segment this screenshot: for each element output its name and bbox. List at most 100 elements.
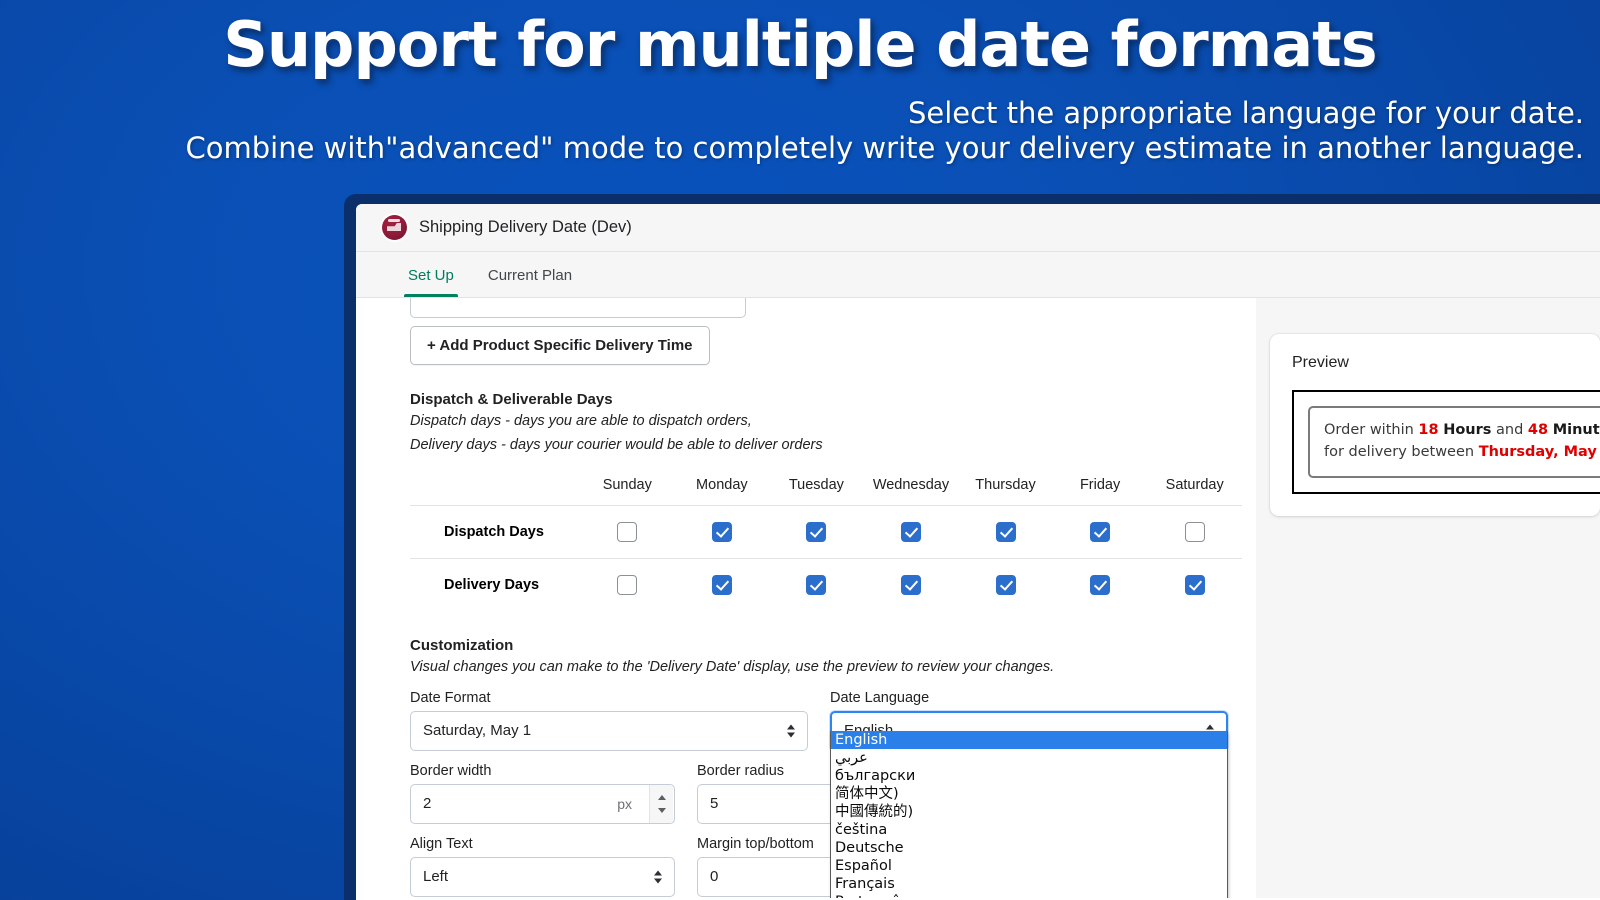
column-header-saturday: Saturday (1165, 477, 1224, 494)
checkbox-dispatch-friday[interactable] (1090, 522, 1111, 543)
cell-delivery-tuesday (769, 558, 864, 612)
align-text-value: Left (423, 868, 449, 886)
app-title: Shipping Delivery Date (Dev) (419, 218, 632, 236)
cell-dispatch-saturday (1147, 505, 1242, 559)
dropdown-option-chinese-traditional[interactable]: 中國傳統的) (831, 803, 1227, 821)
checkbox-delivery-tuesday[interactable] (806, 575, 827, 596)
row-label-dispatch-days: Dispatch Days (410, 505, 580, 559)
preview-minutes-word: Minutes (1552, 422, 1600, 438)
date-format-label: Date Format (410, 689, 491, 706)
border-width-label: Border width (410, 762, 492, 779)
checkbox-delivery-sunday[interactable] (617, 575, 638, 596)
align-text-select[interactable]: Left (410, 856, 675, 897)
checkbox-dispatch-saturday[interactable] (1184, 522, 1205, 543)
cell-delivery-friday (1052, 558, 1148, 612)
table-header-blank (410, 471, 580, 506)
column-header-monday: Monday (696, 477, 748, 494)
table-row-delivery-days: Delivery Days (410, 558, 1242, 612)
cell-delivery-saturday (1147, 558, 1242, 612)
border-width-value: 2 (423, 795, 432, 813)
date-format-select[interactable]: Saturday, May 1 (410, 710, 808, 751)
preview-card: Preview Order within 18 Hours and 48 Min… (1270, 334, 1600, 516)
banner-subtitle-2: Combine with"advanced" mode to completel… (185, 131, 1584, 165)
checkbox-dispatch-thursday[interactable] (995, 522, 1016, 543)
dropdown-option-french[interactable]: Français (831, 875, 1227, 893)
column-header-sunday: Sunday (602, 477, 652, 494)
date-language-dropdown-list[interactable]: English عربي български 简体中文) 中國傳統的) češt… (830, 730, 1228, 898)
settings-content: + Add Product Specific Delivery Time Dis… (356, 298, 1256, 898)
checkbox-delivery-thursday[interactable] (995, 575, 1016, 596)
customization-heading: Customization (410, 637, 514, 655)
date-language-field: Date Language English English عربي бълга… (830, 689, 1228, 898)
product-delivery-time-select-clipped[interactable] (410, 298, 746, 318)
preview-and: and (1491, 422, 1528, 438)
column-header-thursday: Thursday (975, 477, 1036, 494)
preview-line1-prefix: Order within (1324, 422, 1419, 438)
delivery-truck-icon (382, 215, 407, 240)
dropdown-option-arabic[interactable]: عربي (831, 749, 1227, 767)
column-header-tuesday: Tuesday (788, 477, 844, 494)
tab-bar: Set Up Current Plan (356, 252, 1600, 298)
checkbox-delivery-friday[interactable] (1090, 575, 1111, 596)
chevron-updown-icon (787, 724, 795, 738)
align-text-field: Align Text Left (410, 836, 675, 897)
chevron-updown-icon (654, 870, 662, 884)
add-product-specific-delivery-time-button[interactable]: + Add Product Specific Delivery Time (410, 326, 710, 365)
preview-minutes-value: 48 (1527, 422, 1549, 438)
column-header-wednesday: Wednesday (872, 477, 950, 494)
border-width-field: Border width 2 px (410, 763, 675, 824)
preview-title: Preview (1292, 354, 1349, 371)
date-language-label: Date Language (830, 689, 930, 706)
cell-dispatch-monday (674, 505, 770, 559)
checkbox-dispatch-sunday[interactable] (617, 522, 638, 543)
dropdown-option-spanish[interactable]: Español (831, 857, 1227, 875)
cell-dispatch-sunday (580, 505, 675, 559)
dropdown-option-chinese-simplified[interactable]: 简体中文) (831, 785, 1227, 803)
cell-dispatch-friday (1052, 505, 1148, 559)
customization-note: Visual changes you can make to the 'Deli… (410, 659, 1055, 676)
checkbox-delivery-wednesday[interactable] (900, 575, 921, 596)
checkbox-delivery-monday[interactable] (711, 575, 732, 596)
margin-top-bottom-value: 0 (710, 868, 719, 886)
dropdown-option-bulgarian[interactable]: български (831, 767, 1227, 785)
row-label-delivery-days: Delivery Days (410, 558, 580, 612)
border-radius-value: 5 (710, 795, 719, 813)
settings-column: + Add Product Specific Delivery Time Dis… (356, 298, 1256, 898)
cell-dispatch-thursday (958, 505, 1053, 559)
table-header-row: Sunday Monday Tuesday Wednesday Thursday… (410, 471, 1242, 506)
border-width-stepper[interactable] (649, 784, 673, 823)
preview-column: Preview Order within 18 Hours and 48 Min… (1256, 298, 1600, 898)
preview-frame: Order within 18 Hours and 48 Minutes 5 f… (1292, 390, 1600, 494)
column-header-friday: Friday (1079, 477, 1121, 494)
dispatch-section-heading: Dispatch & Deliverable Days (410, 391, 613, 408)
table-row-dispatch-days: Dispatch Days (410, 505, 1242, 559)
customization-fields: Date Format Saturday, May 1 Date Languag… (410, 690, 1228, 898)
app-window: Shipping Delivery Date (Dev) Set Up Curr… (344, 194, 1600, 900)
preview-message: Order within 18 Hours and 48 Minutes 5 f… (1308, 406, 1600, 478)
dispatch-section-note-1: Dispatch days - days you are able to dis… (410, 413, 752, 429)
date-format-field: Date Format Saturday, May 1 (410, 690, 808, 751)
tab-set-up[interactable]: Set Up (396, 267, 466, 297)
checkbox-delivery-saturday[interactable] (1184, 575, 1205, 596)
cell-delivery-sunday (580, 558, 675, 612)
dropdown-option-portuguese[interactable]: Português (831, 893, 1227, 898)
cell-delivery-wednesday (863, 558, 959, 612)
app-top-bar: Shipping Delivery Date (Dev) (356, 204, 1600, 252)
promo-banner: Support for multiple date formats Select… (0, 0, 1600, 186)
cell-dispatch-wednesday (863, 505, 959, 559)
dropdown-option-english[interactable]: English (831, 730, 1227, 749)
dropdown-option-czech[interactable]: čeština (831, 821, 1227, 839)
banner-title: Support for multiple date formats (223, 8, 1377, 81)
tab-current-plan[interactable]: Current Plan (476, 267, 584, 297)
checkbox-dispatch-monday[interactable] (711, 522, 732, 543)
checkbox-dispatch-wednesday[interactable] (900, 522, 921, 543)
checkbox-dispatch-tuesday[interactable] (806, 522, 827, 543)
border-width-input[interactable]: 2 px (410, 783, 675, 824)
cell-delivery-thursday (958, 558, 1053, 612)
dropdown-option-german[interactable]: Deutsche (831, 839, 1227, 857)
app-window-inner: Shipping Delivery Date (Dev) Set Up Curr… (356, 204, 1600, 900)
preview-line2-prefix: for delivery between (1324, 443, 1479, 460)
align-text-label: Align Text (410, 835, 473, 852)
dispatch-section-note-2: Delivery days - days your courier would … (410, 436, 823, 453)
banner-subtitle-1: Select the appropriate language for your… (907, 96, 1584, 130)
